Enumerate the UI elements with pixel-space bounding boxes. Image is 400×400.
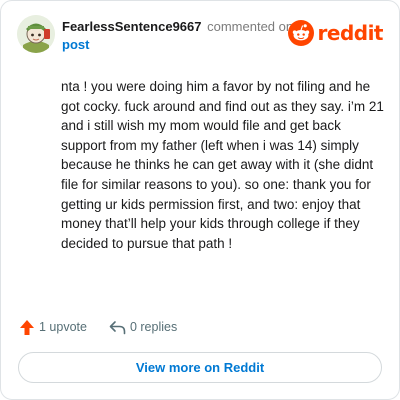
- reddit-comment-embed-card: FearlessSentence9667 commented on post r…: [0, 0, 400, 400]
- reddit-logo[interactable]: reddit: [287, 20, 384, 46]
- author-name[interactable]: FearlessSentence9667: [62, 19, 201, 34]
- view-more-on-reddit-button[interactable]: View more on Reddit: [18, 352, 382, 383]
- reddit-wordmark: reddit: [317, 21, 384, 45]
- reply-arrow-icon: [109, 320, 126, 334]
- comment-body: nta ! you were doing him a favor by not …: [61, 79, 384, 251]
- upvote-button[interactable]: 1 upvote: [19, 319, 87, 336]
- replies-button[interactable]: 0 replies: [109, 320, 177, 335]
- reddit-snoo-icon: [287, 20, 314, 46]
- upvote-count: 1 upvote: [39, 320, 87, 334]
- reply-count: 0 replies: [129, 320, 178, 334]
- comment-actions: 1 upvote 0 replies: [19, 317, 177, 337]
- comment-header: FearlessSentence9667 commented on post r…: [17, 15, 385, 55]
- commented-on-label: commented on: [207, 19, 294, 34]
- avatar-image: [17, 15, 55, 53]
- post-link[interactable]: post: [62, 36, 312, 53]
- upvote-arrow-icon: [20, 319, 34, 335]
- user-avatar[interactable]: [17, 15, 55, 53]
- author-line: FearlessSentence9667 commented on post: [62, 18, 312, 53]
